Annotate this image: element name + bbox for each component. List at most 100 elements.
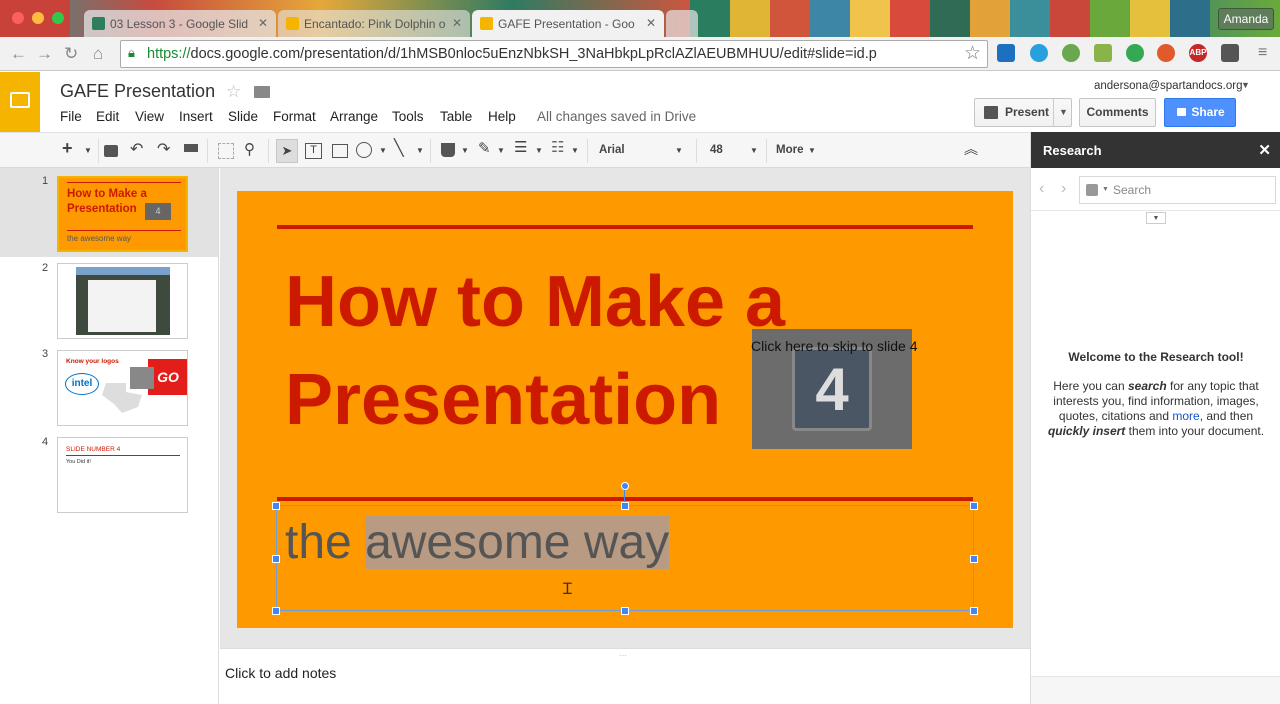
paint-format-icon[interactable] xyxy=(184,144,198,152)
menu-table[interactable]: Table xyxy=(440,109,472,124)
undo-icon[interactable]: ↶ xyxy=(130,139,143,159)
menu-insert[interactable]: Insert xyxy=(179,109,213,124)
border-dash-dropdown-icon[interactable]: ▼ xyxy=(571,146,579,155)
notes-placeholder[interactable]: Click to add notes xyxy=(225,665,336,681)
share-button[interactable]: Share xyxy=(1164,98,1236,127)
extension-adblock-icon[interactable]: ABP xyxy=(1189,44,1207,62)
slide-thumbnail-2[interactable] xyxy=(57,263,188,339)
more-dropdown-icon[interactable]: ▼ xyxy=(808,146,816,155)
extension-film-icon[interactable] xyxy=(1221,44,1239,62)
menu-edit[interactable]: Edit xyxy=(96,109,119,124)
border-weight-dropdown-icon[interactable]: ▼ xyxy=(535,146,543,155)
slide[interactable]: How to Make a Presentation 4 Click here … xyxy=(237,191,1013,628)
slides-logo-icon[interactable] xyxy=(0,72,40,132)
research-search-input[interactable]: ▼ Search xyxy=(1079,176,1276,204)
google-search-type-icon[interactable] xyxy=(1086,184,1098,196)
window-zoom-button[interactable] xyxy=(52,12,64,24)
window-close-button[interactable] xyxy=(12,12,24,24)
speaker-notes[interactable]: ⋯ Click to add notes xyxy=(220,648,1030,704)
shape-icon[interactable] xyxy=(356,142,372,158)
skip-link-text[interactable]: Click here to skip to slide 4 xyxy=(751,338,918,354)
browser-tab-1[interactable]: 03 Lesson 3 - Google Slid ✕ xyxy=(84,10,276,37)
text-box-icon[interactable]: T xyxy=(305,143,322,159)
fill-dropdown-icon[interactable]: ▼ xyxy=(461,146,469,155)
image-icon[interactable] xyxy=(332,144,348,158)
slide-thumbnail-3[interactable]: Know your logos GO intel xyxy=(57,350,188,426)
font-size-select[interactable]: 48 xyxy=(710,144,723,156)
font-dropdown-icon[interactable]: ▼ xyxy=(675,146,683,155)
resize-handle[interactable] xyxy=(272,555,280,563)
present-button[interactable]: Present ▼ xyxy=(974,98,1072,127)
more-button[interactable]: More xyxy=(776,144,803,156)
line-dropdown-icon[interactable]: ▼ xyxy=(416,146,424,155)
prev-result-icon[interactable]: ‹ xyxy=(1039,180,1044,198)
menu-file[interactable]: File xyxy=(60,109,82,124)
collapse-toolbar-icon[interactable]: ︽ xyxy=(964,139,978,159)
browser-tab-2[interactable]: Encantado: Pink Dolphin o ✕ xyxy=(278,10,470,37)
account-email[interactable]: andersona@spartandocs.org xyxy=(1094,80,1243,92)
bookmark-star-icon[interactable]: ☆ xyxy=(964,42,981,65)
forward-arrow-icon[interactable]: → xyxy=(36,44,53,64)
tab-close-icon[interactable]: ✕ xyxy=(258,16,268,30)
extension-grammarly-icon[interactable] xyxy=(1126,44,1144,62)
line-icon[interactable]: ╲ xyxy=(394,138,404,158)
address-bar[interactable]: https://docs.google.com/presentation/d/1… xyxy=(120,40,988,68)
menu-slide[interactable]: Slide xyxy=(228,109,258,124)
extension-green-icon[interactable] xyxy=(1062,44,1080,62)
browser-tab-3-active[interactable]: GAFE Presentation - Goo ✕ xyxy=(472,10,664,37)
document-title[interactable]: GAFE Presentation xyxy=(60,81,215,102)
resize-handle[interactable] xyxy=(272,502,280,510)
extension-orange-icon[interactable] xyxy=(1157,44,1175,62)
font-family-select[interactable]: Arial xyxy=(599,144,625,156)
new-slide-dropdown-icon[interactable]: ▼ xyxy=(84,146,92,155)
slide-subtitle[interactable]: the awesome way xyxy=(285,514,670,572)
zoom-fit-icon[interactable] xyxy=(218,143,234,159)
tab-close-icon[interactable]: ✕ xyxy=(452,16,462,30)
profile-user-button[interactable]: Amanda xyxy=(1218,8,1274,30)
home-icon[interactable]: ⌂ xyxy=(93,44,103,64)
print-icon[interactable] xyxy=(104,145,118,157)
back-arrow-icon[interactable]: ← xyxy=(10,44,27,64)
font-size-dropdown-icon[interactable]: ▼ xyxy=(750,146,758,155)
shape-dropdown-icon[interactable]: ▼ xyxy=(379,146,387,155)
resize-handle[interactable] xyxy=(970,555,978,563)
folder-icon[interactable] xyxy=(254,86,270,98)
menu-tools[interactable]: Tools xyxy=(392,109,424,124)
extension-d-icon[interactable] xyxy=(1030,44,1048,62)
resize-handle[interactable] xyxy=(970,607,978,615)
menu-format[interactable]: Format xyxy=(273,109,316,124)
new-tab-button[interactable] xyxy=(666,10,698,37)
slide-title[interactable]: How to Make a Presentation xyxy=(285,253,785,449)
redo-icon[interactable]: ↷ xyxy=(157,139,170,159)
chrome-menu-icon[interactable]: ≡ xyxy=(1258,44,1267,62)
menu-help[interactable]: Help xyxy=(488,109,516,124)
border-color-dropdown-icon[interactable]: ▼ xyxy=(497,146,505,155)
select-tool-icon[interactable]: ➤ xyxy=(276,139,298,163)
new-slide-icon[interactable]: + xyxy=(62,138,73,159)
extension-s-icon[interactable] xyxy=(997,44,1015,62)
border-dash-icon[interactable]: ☷ xyxy=(551,138,564,156)
comments-button[interactable]: Comments xyxy=(1079,98,1156,127)
resize-handle[interactable] xyxy=(272,607,280,615)
zoom-icon[interactable]: ⚲ xyxy=(244,140,255,158)
star-icon[interactable]: ☆ xyxy=(226,82,241,102)
rotate-handle[interactable] xyxy=(621,482,629,490)
resize-handle[interactable] xyxy=(621,607,629,615)
border-color-icon[interactable]: ✎ xyxy=(478,139,491,157)
tab-close-icon[interactable]: ✕ xyxy=(646,16,656,30)
reload-icon[interactable]: ↻ xyxy=(64,44,78,64)
extension-leaf-icon[interactable] xyxy=(1094,44,1112,62)
resize-handle[interactable] xyxy=(621,502,629,510)
slide-thumbnail-1[interactable]: How to Make a Presentation 4 the awesome… xyxy=(57,176,188,252)
slide-thumbnail-4[interactable]: SLIDE NUMBER 4 You Did it! xyxy=(57,437,188,513)
expand-options-icon[interactable]: ▼ xyxy=(1146,212,1166,224)
menu-view[interactable]: View xyxy=(135,109,164,124)
resize-handle[interactable] xyxy=(970,502,978,510)
next-result-icon[interactable]: › xyxy=(1061,180,1066,198)
close-icon[interactable]: ✕ xyxy=(1258,141,1271,159)
window-minimize-button[interactable] xyxy=(32,12,44,24)
fill-color-icon[interactable] xyxy=(441,143,455,157)
present-dropdown-icon[interactable]: ▼ xyxy=(1059,99,1068,126)
menu-arrange[interactable]: Arrange xyxy=(330,109,378,124)
subtitle-textbox[interactable]: the awesome way xyxy=(276,505,974,611)
